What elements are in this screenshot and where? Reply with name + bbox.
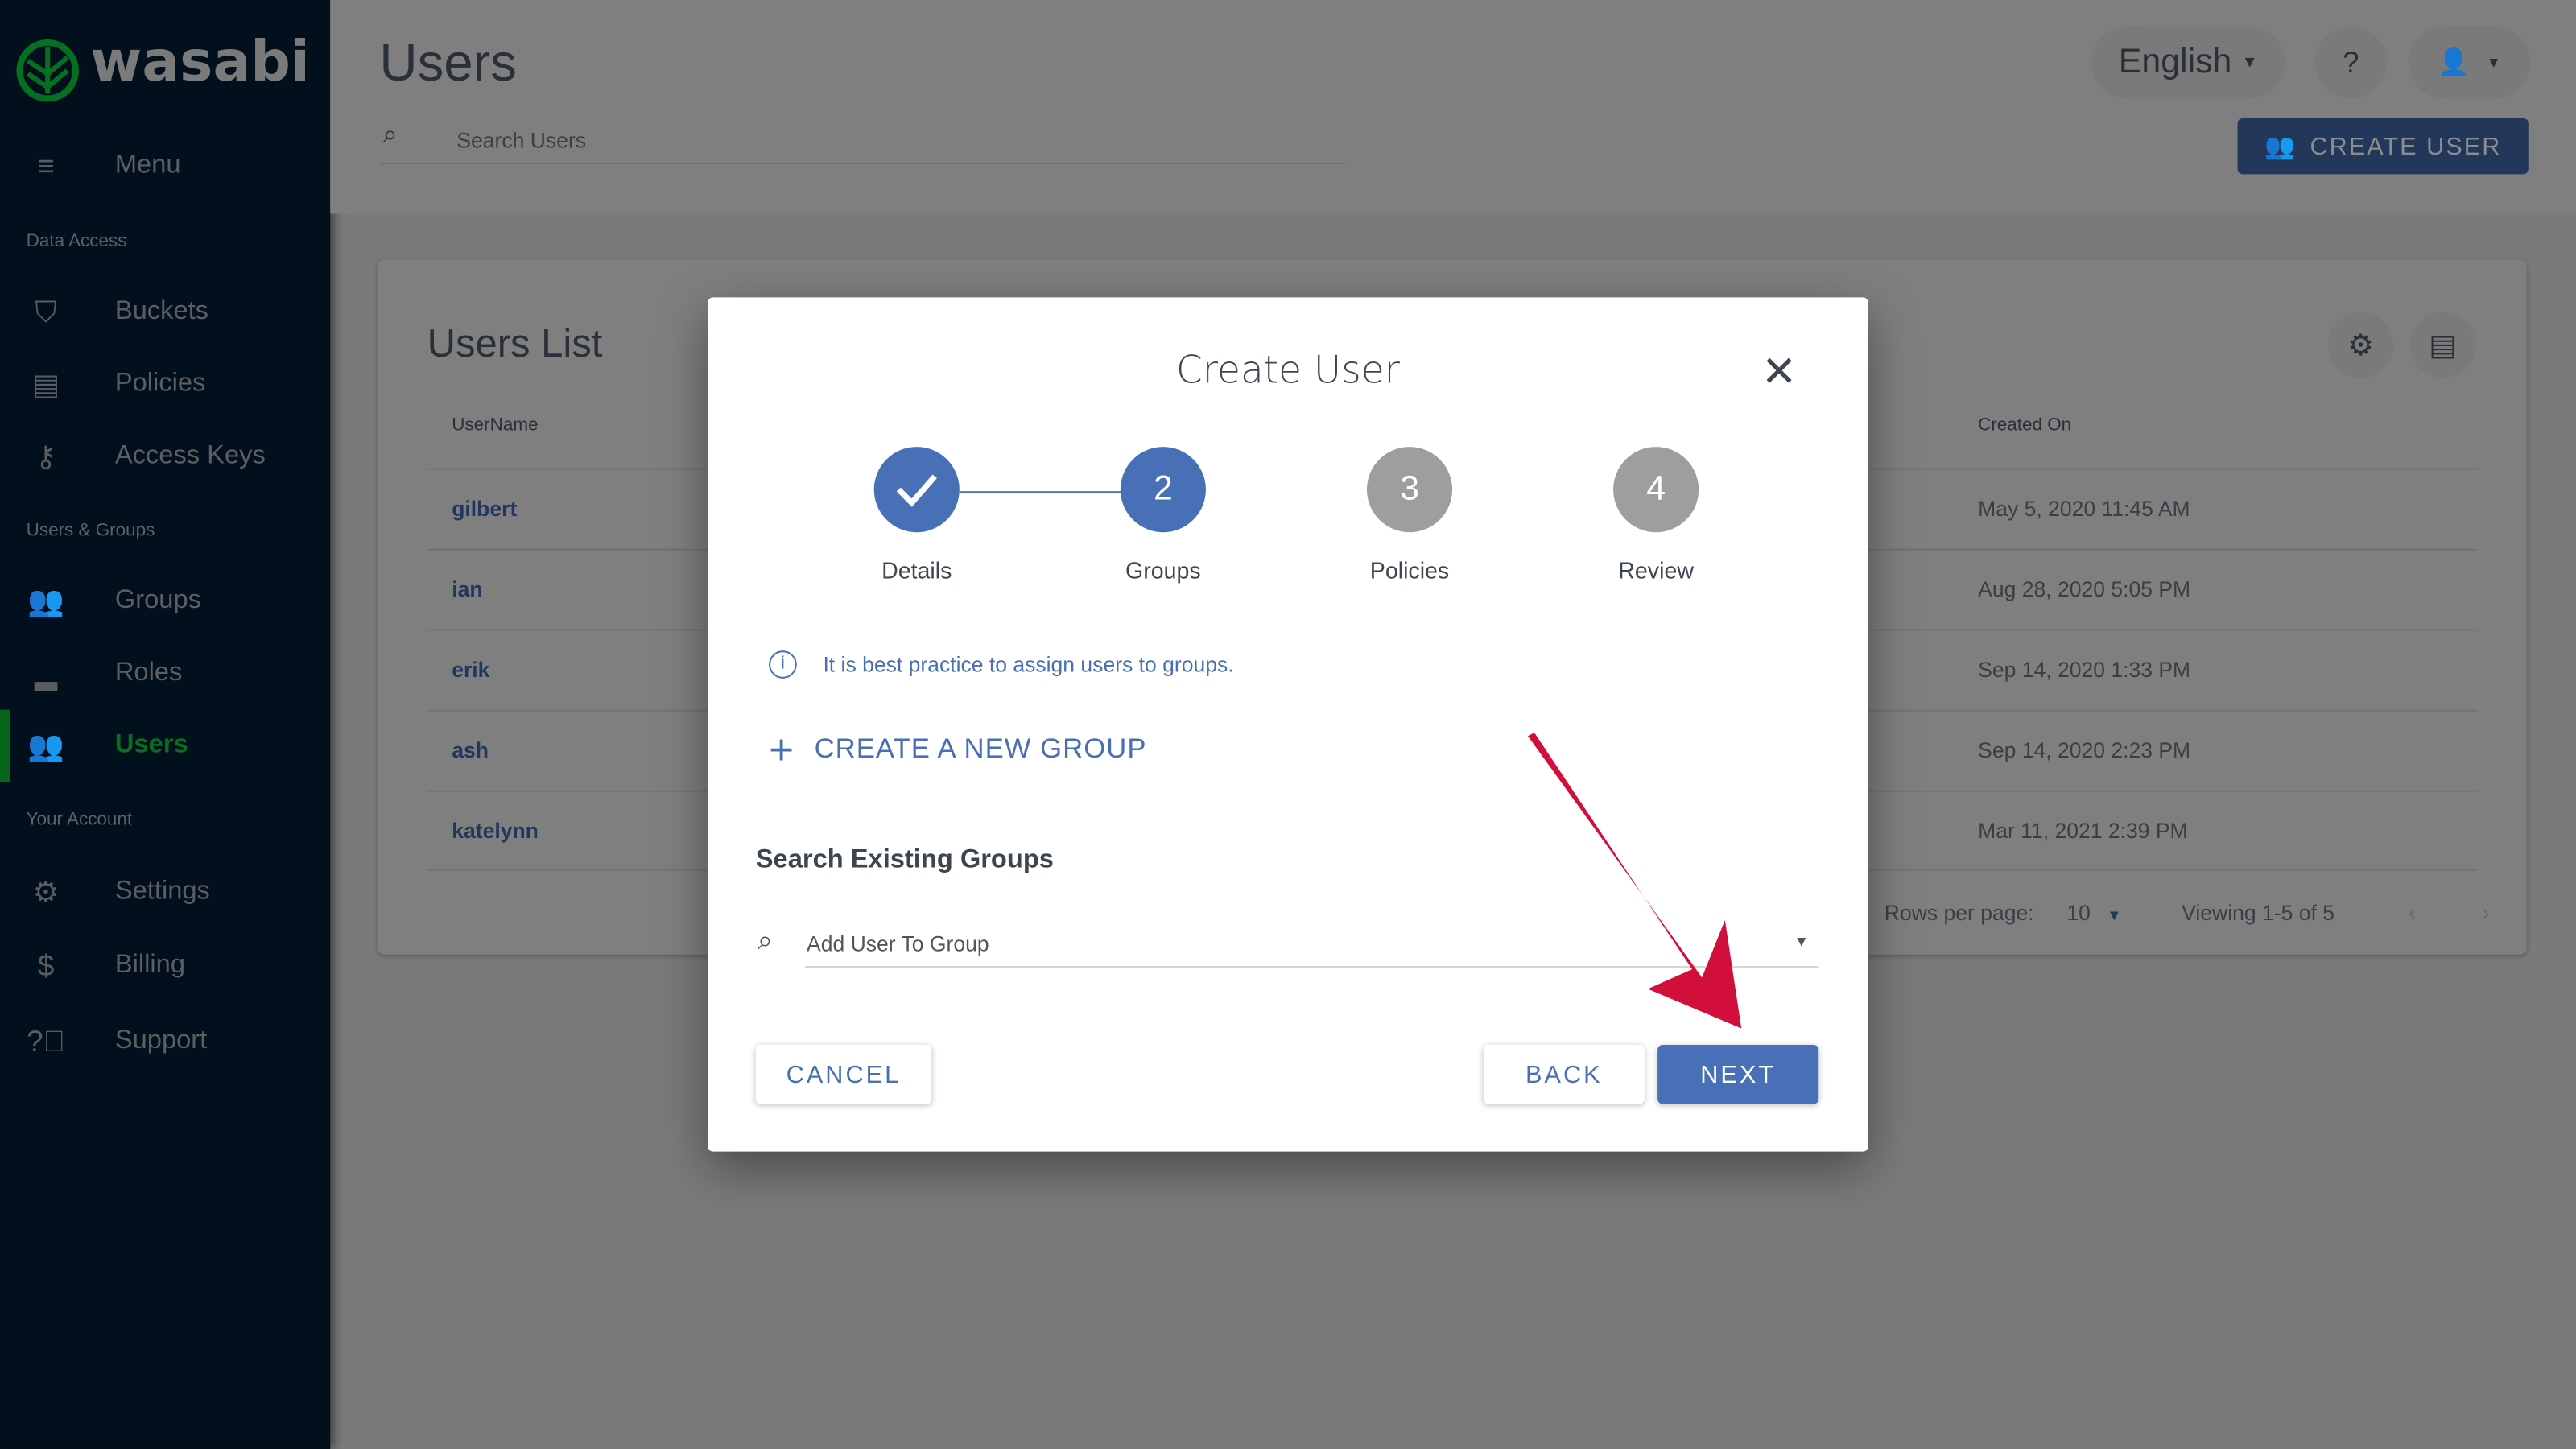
annotation-arrow-icon [1527,733,1742,1029]
